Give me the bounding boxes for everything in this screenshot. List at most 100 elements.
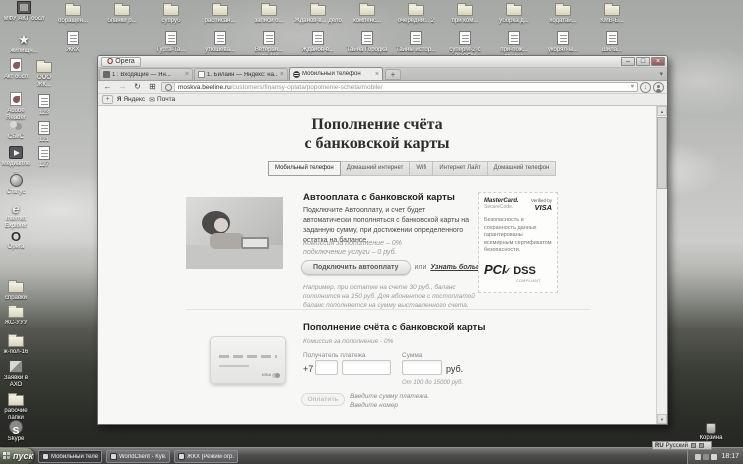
- bookmark-yandex[interactable]: Яндекс: [117, 96, 145, 103]
- service-tab[interactable]: Wifi: [409, 161, 434, 176]
- desktop-icon-people[interactable]: СБиС: [1, 119, 31, 141]
- bookmark-mail[interactable]: Почта: [149, 96, 175, 104]
- close-button[interactable]: ×: [651, 57, 665, 66]
- desktop-icon-folder[interactable]: очередни... 2: [392, 1, 440, 25]
- desktop-icon-media[interactable]: Медиапле...: [1, 146, 31, 175]
- phone-code-input[interactable]: [315, 360, 338, 375]
- desktop-icon-folder[interactable]: бланки р...: [98, 1, 146, 25]
- folder-icon: [408, 3, 424, 16]
- desktop-icon-opera[interactable]: Opera: [1, 228, 31, 251]
- desktop-icon-doc[interactable]: ЖКХ: [49, 31, 97, 54]
- language-bar[interactable]: RU Русский: [652, 441, 712, 450]
- tray-icon[interactable]: [695, 453, 702, 460]
- folder-icon: [8, 393, 24, 406]
- desktop-icon-folder[interactable]: КМВ-Б...: [588, 1, 636, 25]
- desktop-icon-folder[interactable]: расписан...: [196, 1, 244, 25]
- minimize-button[interactable]: –: [621, 57, 635, 66]
- desktop-icon-doc[interactable]: 123: [31, 94, 57, 117]
- desktop-icon-globe[interactable]: Статус: [1, 174, 31, 196]
- folder-icon: [8, 305, 24, 318]
- desktop-icon-folder[interactable]: ж-пол-16: [1, 332, 31, 356]
- reload-button[interactable]: ↻: [131, 82, 144, 93]
- speed-dial-icon[interactable]: ⊞: [146, 82, 159, 93]
- language-options-icon[interactable]: [690, 443, 696, 448]
- browser-tab[interactable]: Мобильный телефон: [289, 67, 383, 80]
- tab-close-icon[interactable]: [185, 71, 189, 78]
- icon-label: супруб: [161, 18, 181, 24]
- desktop-icon-reader[interactable]: Adobe Reader: [1, 92, 31, 122]
- desktop-icon-folder[interactable]: ходатай...: [539, 1, 587, 25]
- browser-tab[interactable]: 1. Билайн — Яндекс: на...: [194, 68, 288, 80]
- tab-close-icon[interactable]: [375, 71, 379, 78]
- tab-close-icon[interactable]: [280, 71, 284, 78]
- new-tab-button[interactable]: +: [385, 69, 401, 80]
- service-tab[interactable]: Домашний телефон: [486, 161, 557, 176]
- phone-number-input[interactable]: [342, 360, 391, 375]
- back-button[interactable]: ←: [101, 82, 114, 93]
- download-icon[interactable]: [640, 81, 651, 93]
- icon-label: Жданов-в... дело: [294, 18, 342, 24]
- desktop-icon-app[interactable]: МФУ АКТ обсл: [0, 1, 48, 23]
- desktop-icon-doc[interactable]: Тайны истор...: [392, 31, 440, 54]
- add-bookmark-button[interactable]: [102, 95, 113, 104]
- restore-button[interactable]: □: [636, 57, 650, 66]
- desktop-icon-folder[interactable]: при ком...: [441, 1, 489, 25]
- doc-icon: [410, 31, 422, 45]
- opera-menu-button[interactable]: O Opera: [101, 56, 141, 67]
- desktop-icon-doc[interactable]: утюшева...: [196, 31, 244, 54]
- desktop-icon-axo[interactable]: Заявки в АХО: [1, 360, 31, 389]
- scroll-down-icon[interactable]: [657, 414, 667, 424]
- desktop-icon-skype[interactable]: Skype: [1, 420, 31, 443]
- desktop-icon-doc[interactable]: Гурта-Та...: [147, 31, 195, 54]
- mail-favicon: [103, 71, 110, 78]
- amount-input[interactable]: [402, 360, 442, 375]
- folder-icon: [65, 3, 81, 16]
- user-icon[interactable]: [653, 81, 664, 93]
- chevron-down-icon[interactable]: [659, 70, 663, 78]
- scroll-up-icon[interactable]: [657, 106, 667, 116]
- desktop-icon-folder[interactable]: супруб: [147, 1, 195, 25]
- icon-label: обращен...: [58, 18, 88, 24]
- desktop-icon-folder[interactable]: справки: [1, 278, 31, 302]
- desktop-icon-folder[interactable]: обращен...: [49, 1, 97, 25]
- desktop-icon-star[interactable]: жилищн...: [0, 31, 48, 55]
- site-badge-icon[interactable]: [162, 83, 175, 91]
- desktop-icon-folder[interactable]: записи о...: [245, 1, 293, 25]
- desktop-icon-folder[interactable]: рабочие папки: [1, 391, 31, 422]
- desktop-icon-doc[interactable]: Жданов-в...: [294, 31, 342, 54]
- desktop-icon-doc[interactable]: укорял-ы...: [539, 31, 587, 54]
- browser-tab[interactable]: 1 : Входящие — Ян...: [99, 68, 193, 80]
- desktop-icon-folder[interactable]: ЖС-УУУ: [1, 303, 31, 327]
- desktop-icon-folder[interactable]: ООО ЖК...: [31, 58, 57, 89]
- taskbar-task[interactable]: WorldClient - Кув...: [106, 450, 170, 463]
- vertical-scrollbar[interactable]: [656, 106, 667, 424]
- desktop-icon-doc[interactable]: шила...: [588, 31, 636, 54]
- desktop-icon-doc[interactable]: 121: [31, 121, 57, 144]
- desktop-icon-doc[interactable]: Тайна Городка: [343, 31, 391, 54]
- desktop-icon-folder[interactable]: Жданов-в... дело: [294, 1, 342, 25]
- language-minimize-icon[interactable]: [698, 443, 704, 448]
- connect-autopay-button[interactable]: Подключить автооплату: [301, 260, 411, 275]
- tray-icon[interactable]: [703, 453, 710, 460]
- desktop-icon-folder[interactable]: уборка д...: [490, 1, 538, 25]
- desktop-icon-pdf[interactable]: Акт обсл: [1, 58, 31, 81]
- taskbar-task[interactable]: Мобильный теле...: [38, 450, 102, 463]
- icon-label: ООО ЖК...: [36, 75, 52, 88]
- service-tab[interactable]: Мобильный телефон: [268, 161, 341, 176]
- scrollbar-thumb[interactable]: [657, 117, 667, 189]
- desktop-icon-ie[interactable]: Internet Explorer: [1, 200, 31, 230]
- taskbar-task[interactable]: ЖКХ [Режим огр...: [174, 450, 238, 463]
- address-bar[interactable]: moskva.beeline.ru/customers/finansy-opla…: [161, 82, 638, 92]
- desktop-icon-folder[interactable]: компенс...: [343, 1, 391, 25]
- tray-icon[interactable]: [711, 453, 718, 460]
- service-tab[interactable]: Домашний интернет: [339, 161, 411, 176]
- pay-button[interactable]: Оплатить: [301, 393, 345, 406]
- forward-button[interactable]: →: [116, 82, 129, 93]
- service-tab[interactable]: Интернет Лайт: [432, 161, 488, 176]
- desktop-icon-doc[interactable]: 127: [31, 146, 57, 169]
- recycle-bin[interactable]: Корзина: [689, 423, 733, 442]
- icon-label: расписан...: [204, 18, 236, 24]
- bookmark-heart-icon[interactable]: [630, 84, 634, 90]
- start-button[interactable]: пуск: [0, 448, 34, 464]
- opera-icon: [42, 453, 49, 460]
